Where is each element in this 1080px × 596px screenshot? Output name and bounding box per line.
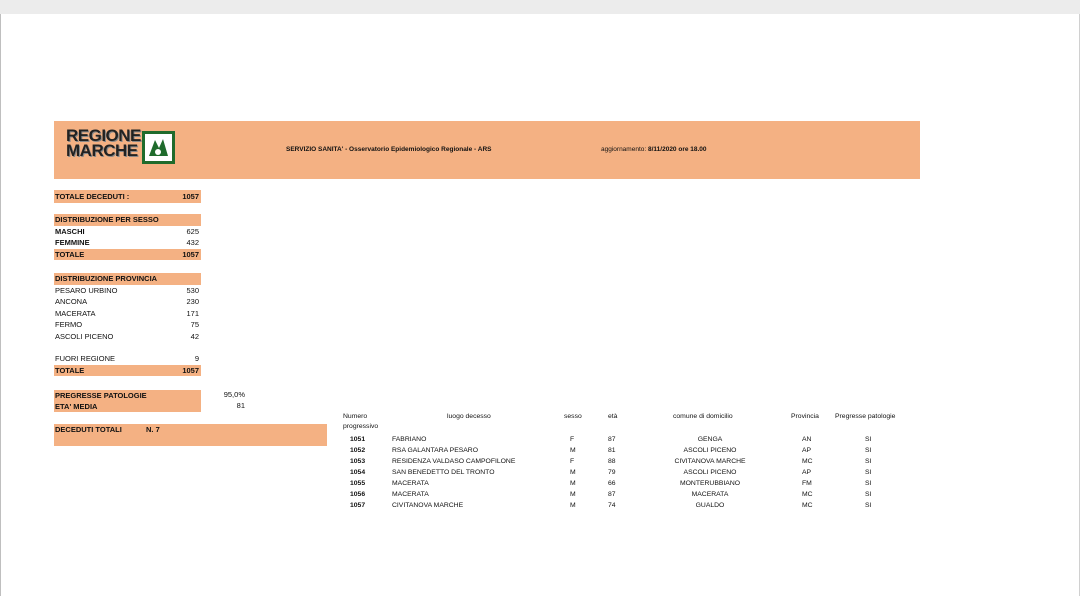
- totale-deceduti-value: 1057: [182, 192, 199, 201]
- provincia-row: FERMO 75: [55, 320, 199, 329]
- totale-deceduti-box: TOTALE DECEDUTI : 1057: [54, 190, 201, 203]
- sesso-row-maschi: MASCHI 625: [55, 226, 199, 236]
- provincia-row: MACERATA 171: [55, 308, 199, 318]
- provincia-title: DISTRIBUZIONE PROVINCIA: [54, 273, 201, 285]
- col-header-comune: comune di domicilio: [673, 413, 733, 420]
- viewer-top-bar: [0, 0, 1080, 14]
- patologie-value: 95,0%: [223, 390, 245, 399]
- regional-emblem-icon: [142, 131, 175, 164]
- deceduti-totali-label: DECEDUTI TOTALI: [55, 425, 122, 434]
- deceduti-totali-value: N. 7: [146, 425, 160, 434]
- provincia-row: ASCOLI PICENO 42: [55, 331, 199, 341]
- table-row: 1054 SAN BENEDETTO DEL TRONTO M 79 ASCOL…: [350, 469, 872, 476]
- sesso-row-femmine: FEMMINE 432: [55, 238, 199, 247]
- provincia-row: PESARO URBINO 530: [55, 285, 199, 295]
- provincia-total-row: TOTALE 1057: [54, 364, 201, 376]
- table-row: 1057 CIVITANOVA MARCHE M 74 GUALDO MC SI: [350, 502, 872, 509]
- distribuzione-sesso: DISTRIBUZIONE PER SESSO MASCHI 625 FEMMI…: [54, 214, 201, 260]
- totale-deceduti-label: TOTALE DECEDUTI :: [55, 192, 130, 201]
- sesso-title: DISTRIBUZIONE PER SESSO: [54, 214, 201, 226]
- provincia-row: ANCONA 230: [55, 297, 199, 306]
- table-row: 1053 RESIDENZA VALDASO CAMPOFILONE F 88 …: [350, 458, 872, 465]
- report-title: SERVIZIO SANITA' - Osservatorio Epidemio…: [286, 146, 492, 153]
- col-header-numero: Numero progressivo: [343, 413, 379, 430]
- col-header-eta: età: [608, 413, 618, 420]
- logo-text: REGIONE MARCHE: [66, 126, 141, 160]
- deceduti-totali-box: DECEDUTI TOTALI N. 7: [54, 424, 327, 446]
- report-header: REGIONE MARCHE SERVIZIO SANITA' - Osserv…: [54, 121, 920, 179]
- col-header-luogo: luogo decesso: [447, 413, 491, 420]
- col-header-sesso: sesso: [564, 413, 582, 420]
- page-left-border: [0, 14, 1, 596]
- table-row: 1056 MACERATA M 87 MACERATA MC SI: [350, 491, 872, 498]
- regione-marche-logo: REGIONE MARCHE: [66, 126, 196, 172]
- table-row: 1052 RSA GALANTARA PESARO M 81 ASCOLI PI…: [350, 447, 872, 454]
- eta-media-label: ETA' MEDIA: [55, 402, 98, 411]
- update-label: aggiornamento:: [601, 146, 647, 153]
- eta-media-value: 81: [236, 401, 245, 410]
- patologie-eta-box: PREGRESSE PATOLOGIE ETA' MEDIA: [54, 390, 201, 412]
- patologie-label: PREGRESSE PATOLOGIE: [55, 391, 147, 400]
- sesso-total-row: TOTALE 1057: [54, 248, 201, 260]
- update-value: 8/11/2020 ore 18.00: [647, 146, 707, 153]
- distribuzione-provincia: DISTRIBUZIONE PROVINCIA PESARO URBINO 53…: [54, 273, 201, 376]
- col-header-patologie: Pregresse patologie: [835, 413, 896, 420]
- table-row: 1051 FABRIANO F 87 GENGA AN SI: [350, 436, 872, 443]
- fuori-regione-row: FUORI REGIONE 9: [55, 354, 199, 363]
- col-header-provincia: Provincia: [791, 413, 819, 420]
- table-row: 1055 MACERATA M 66 MONTERUBBIANO FM SI: [350, 480, 872, 487]
- update-info: aggiornamento: 8/11/2020 ore 18.00: [601, 146, 707, 153]
